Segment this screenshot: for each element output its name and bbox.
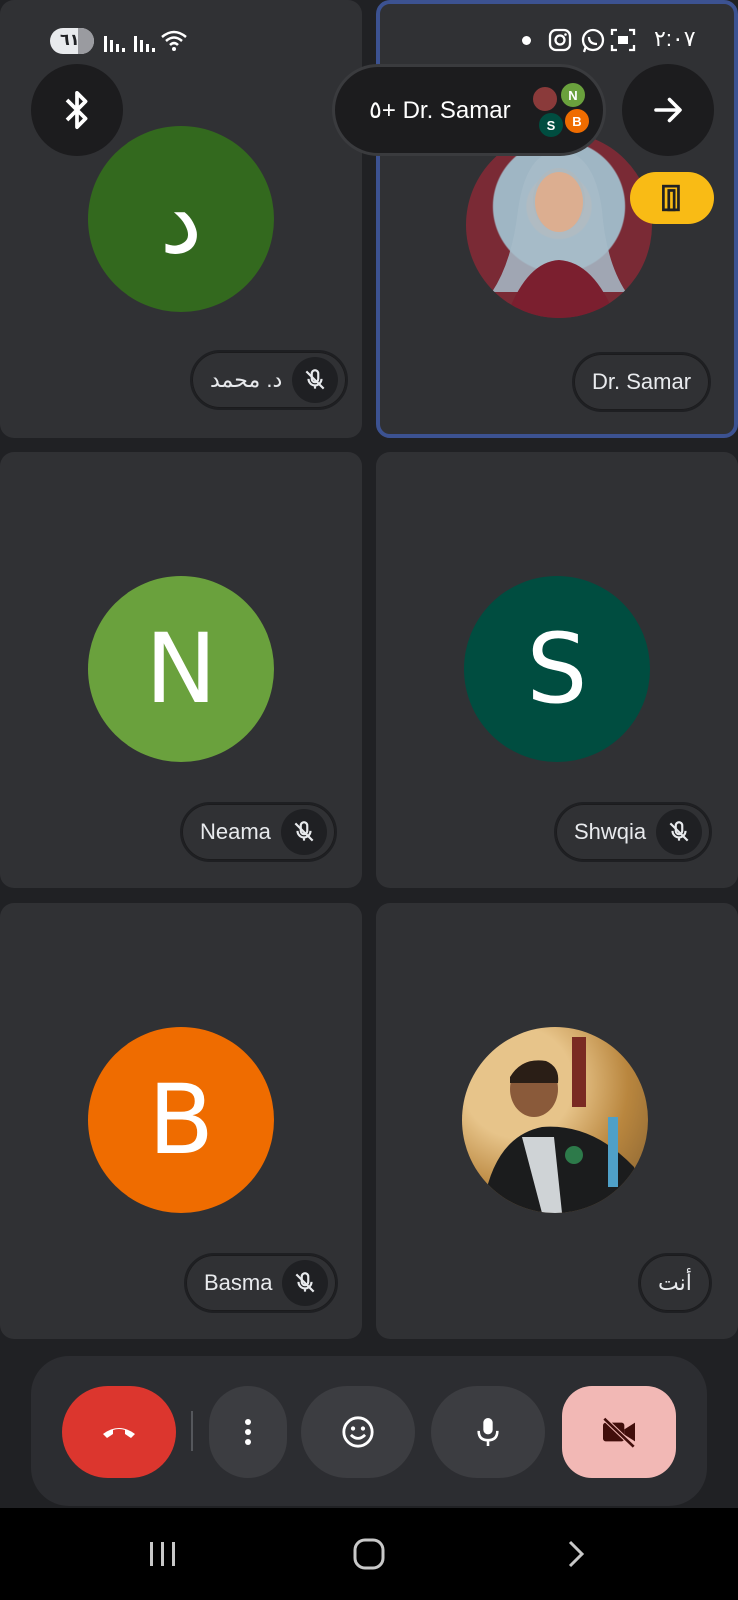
system-navigation-bar [0,1508,738,1600]
chevron-right-icon [568,1540,585,1568]
self-photo-icon [482,1037,648,1213]
mini-avatar: N [559,81,587,109]
participant-photo [466,132,652,318]
more-vert-icon [245,1419,251,1445]
participant-name: Dr. Samar [592,369,692,394]
recent-apps-button[interactable] [133,1534,193,1574]
participant-avatar: N [88,576,274,762]
microphone-button[interactable] [431,1386,545,1478]
participant-avatar-stack: N S B [531,81,593,143]
mic-off-icon [656,809,703,855]
dr-samar-photo-icon [492,150,626,318]
more-options-button[interactable] [209,1386,287,1478]
participant-name: أنت [658,1270,692,1295]
bluetooth-audio-button[interactable] [31,64,123,156]
door-icon [662,184,680,212]
mic-icon [477,1418,499,1446]
participant-avatar: B [88,1027,274,1213]
participant-name-pill: أنت [638,1253,712,1313]
participant-avatar: S [464,576,650,762]
participant-name-pill: Basma [184,1253,339,1313]
emoji-icon [342,1416,374,1448]
participant-tile-self[interactable]: أنت [376,903,738,1339]
participant-name-pill: Shwqia [554,802,713,862]
mini-avatar: B [563,107,591,135]
mini-avatar-photo [531,85,559,113]
home-button[interactable] [339,1534,399,1574]
participant-tile-shwqia[interactable]: S Shwqia [376,452,738,888]
participant-tile-neama[interactable]: N Neama [0,452,362,888]
controls-divider [191,1411,193,1451]
videocam-off-icon [602,1416,636,1448]
avatar-letter: S [526,613,588,725]
avatar-letter: B [148,1064,214,1176]
end-call-button[interactable] [62,1386,176,1478]
call-controls [31,1356,707,1506]
participant-name: Basma [204,1270,273,1295]
mic-off-icon [280,809,327,855]
participant-avatar: د [88,126,274,312]
phone-hangup-icon [103,1428,135,1438]
participant-name-pill: د. محمد [190,350,349,410]
back-button[interactable] [546,1534,606,1574]
participant-tile-basma[interactable]: B Basma [0,903,362,1339]
camera-toggle-button[interactable] [562,1386,676,1478]
participant-name: د. محمد [210,367,283,392]
avatar-letter: N [145,613,217,725]
participants-chip-label: ٥+ Dr. Samar [369,96,511,124]
reactions-button[interactable] [301,1386,415,1478]
meet-call-screen: د د. محمد Dr. Samar N Neama S Shwqia B B… [0,0,738,1600]
participant-name-pill: Neama [180,802,337,862]
participant-name: Shwqia [574,819,647,844]
mic-off-icon [282,1260,329,1306]
avatar-letter: د [159,163,203,275]
participant-photo [462,1027,648,1213]
recents-icon [150,1542,175,1566]
participant-name-pill: Dr. Samar [572,352,712,412]
exit-room-badge[interactable] [630,172,714,224]
mic-off-icon [292,357,339,403]
bluetooth-icon [65,91,88,129]
participant-tile-dr-mohamed[interactable]: د د. محمد [0,0,362,438]
home-icon [353,1538,385,1570]
switch-view-button[interactable] [622,64,714,156]
participants-chip[interactable]: ٥+ Dr. Samar N S B [332,64,606,156]
participant-name: Neama [200,819,271,844]
arrow-right-icon [654,97,682,123]
mini-avatar: S [537,111,565,139]
